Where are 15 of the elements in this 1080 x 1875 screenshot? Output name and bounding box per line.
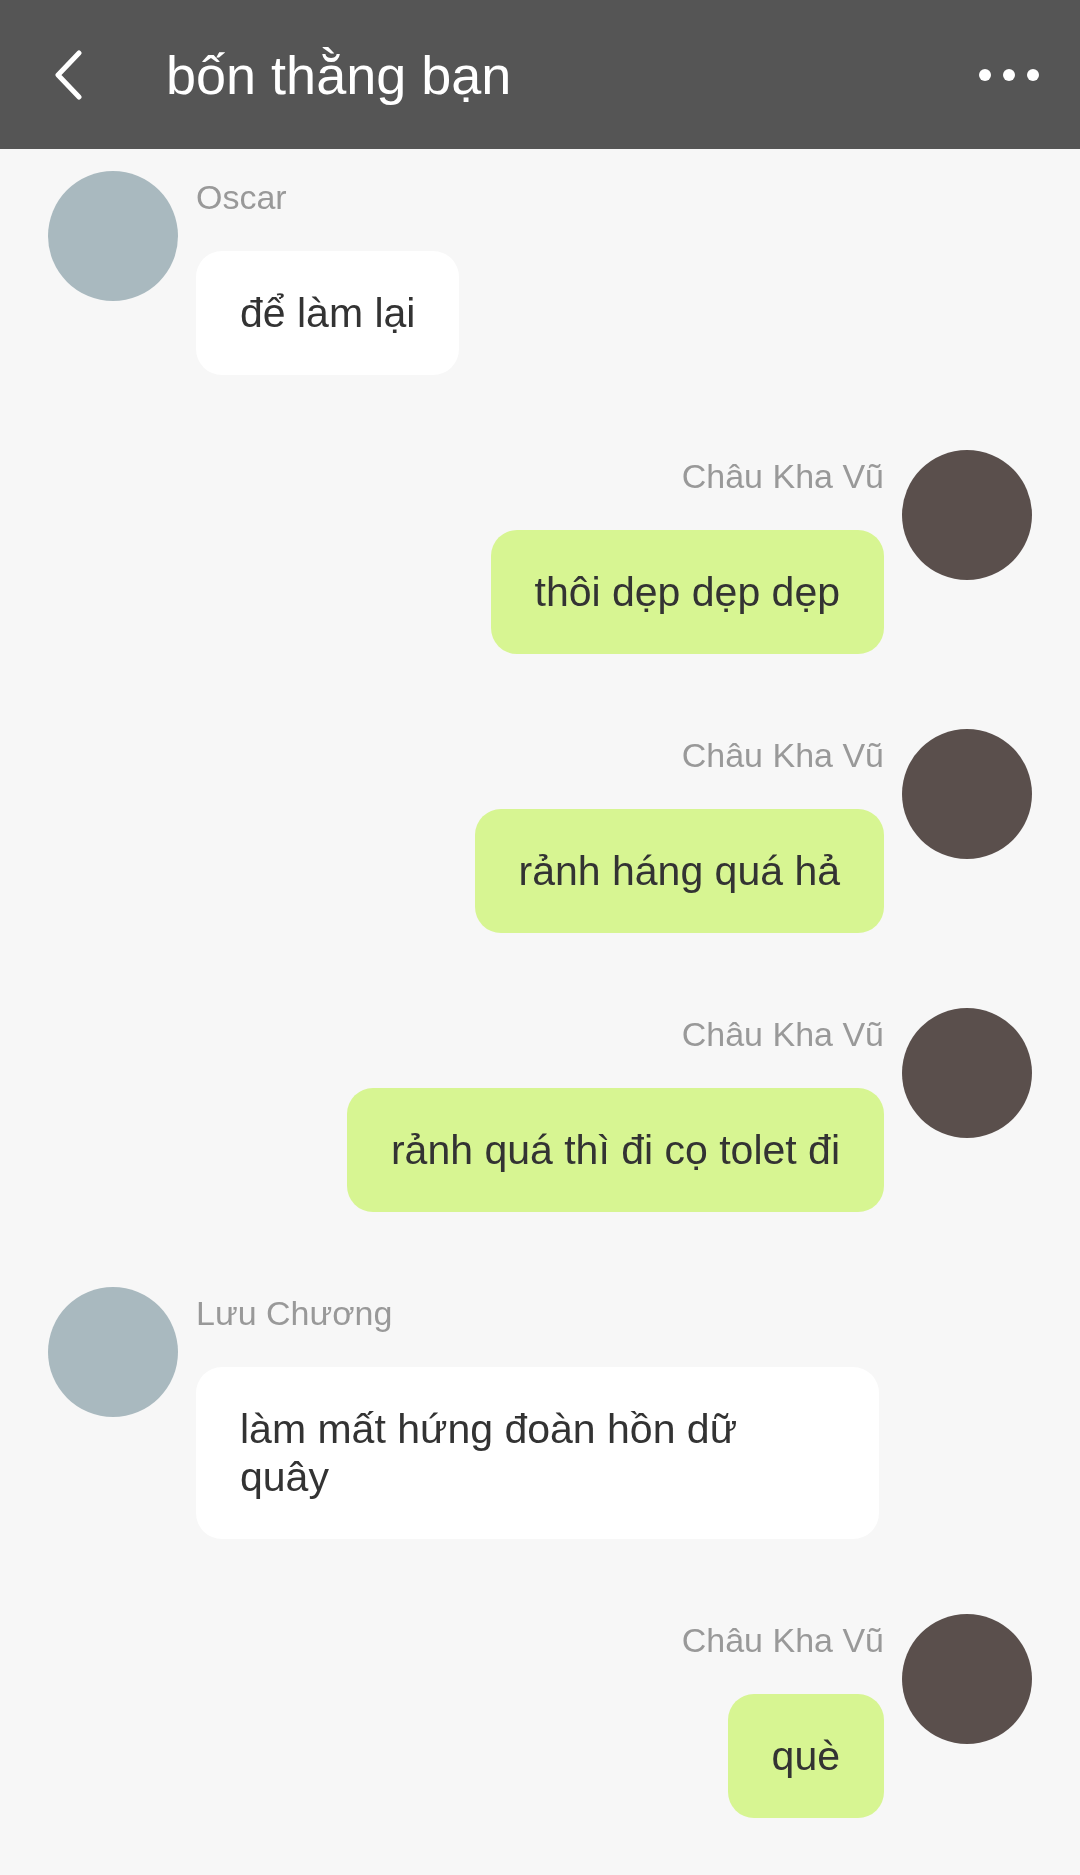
message-bubble: què xyxy=(727,1694,884,1818)
message-bubble: làm mất hứng đoàn hồn dữ quây xyxy=(196,1367,879,1539)
message-bubble: để làm lại xyxy=(196,251,460,375)
sender-name: Châu Kha Vũ xyxy=(681,735,884,775)
sender-name: Lưu Chương xyxy=(196,1293,393,1333)
more-icon xyxy=(978,68,1040,82)
message-bubble: rảnh quá thì đi cọ tolet đi xyxy=(346,1088,884,1212)
sender-name: Oscar xyxy=(196,177,287,217)
sender-name: Châu Kha Vũ xyxy=(681,456,884,496)
sender-name: Châu Kha Vũ xyxy=(681,1014,884,1054)
message-bubble: thôi dẹp dẹp dẹp xyxy=(490,530,884,654)
message-bubble: rảnh háng quá hả xyxy=(474,809,884,933)
back-icon xyxy=(53,49,83,100)
chat-title: bốn thằng bạn xyxy=(166,43,512,107)
sender-name: Châu Kha Vũ xyxy=(681,1620,884,1660)
